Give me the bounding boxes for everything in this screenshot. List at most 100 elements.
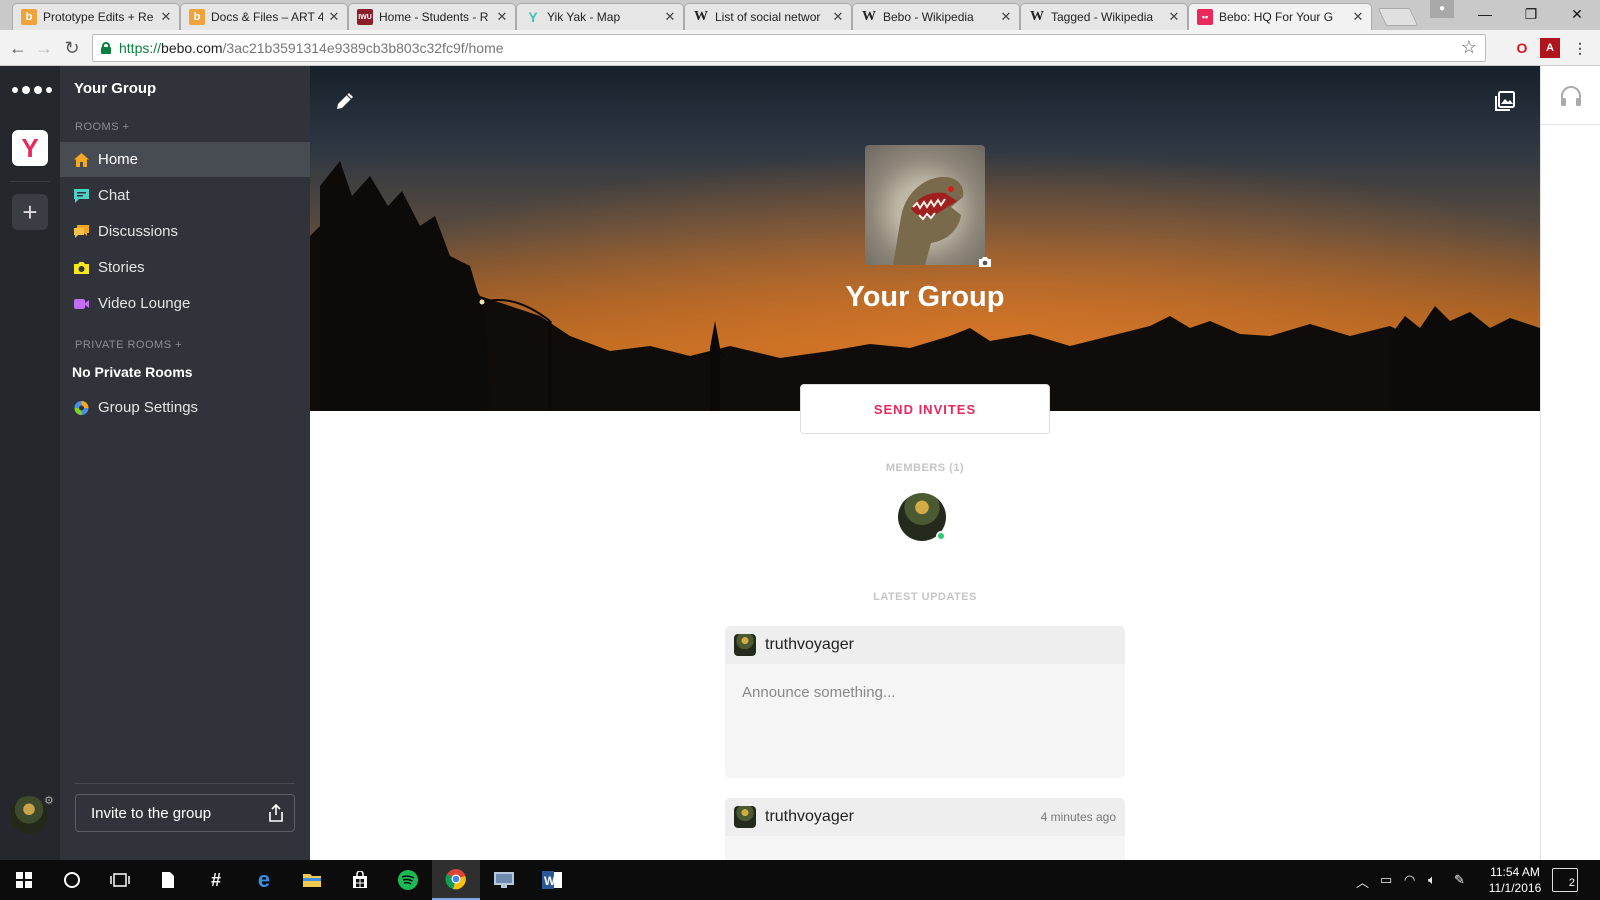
wikipedia-favicon-icon: W	[694, 9, 708, 24]
sidebar-item-group-settings[interactable]: Group Settings	[60, 390, 310, 425]
add-group-button[interactable]: +	[12, 194, 48, 230]
share-icon	[269, 804, 283, 822]
group-name[interactable]: Your Group	[74, 80, 156, 97]
url-scheme: https://	[119, 40, 162, 56]
online-status-indicator	[936, 531, 946, 541]
browser-tab-active[interactable]: •• Bebo: HQ For Your G ✕	[1188, 3, 1372, 30]
remote-desktop-icon[interactable]	[480, 860, 528, 900]
user-avatar[interactable]	[734, 806, 756, 828]
no-private-rooms: No Private Rooms	[72, 364, 193, 380]
latest-updates-label: LATEST UPDATES	[873, 591, 977, 603]
profile-icon[interactable]: ●	[1430, 0, 1454, 18]
private-rooms-section-label[interactable]: PRIVATE ROOMS +	[75, 339, 182, 351]
tab-close-icon[interactable]: ✕	[1167, 9, 1181, 25]
volume-icon[interactable]: 🔈︎	[1428, 872, 1436, 888]
update-post: truthvoyager 4 minutes ago	[725, 798, 1125, 860]
edge-browser-icon[interactable]: e	[240, 860, 288, 900]
headphones-icon[interactable]	[1559, 84, 1583, 108]
show-hidden-icons-icon[interactable]: ︿	[1356, 872, 1369, 891]
spotify-icon[interactable]	[384, 860, 432, 900]
browser-tab[interactable]: b Prototype Edits + Re ✕	[12, 3, 180, 30]
tab-title: Home - Students - R	[379, 10, 489, 24]
sidebar-item-chat[interactable]: Chat	[60, 178, 310, 213]
composer-username: truthvoyager	[765, 636, 854, 653]
group-tile[interactable]: Y	[12, 130, 48, 166]
announce-input[interactable]: Announce something...	[725, 664, 1125, 721]
wikipedia-favicon-icon: W	[862, 9, 876, 24]
pen-icon[interactable]: ✎	[1454, 872, 1465, 888]
chrome-icon[interactable]	[432, 860, 480, 900]
forward-icon[interactable]: →	[32, 36, 56, 60]
iwu-favicon-icon: IWU	[357, 9, 373, 25]
change-cover-photo-icon[interactable]	[1494, 90, 1516, 112]
back-icon[interactable]: ←	[6, 36, 30, 60]
tab-close-icon[interactable]: ✕	[831, 9, 845, 25]
send-invites-button[interactable]: SEND INVITES	[800, 384, 1050, 434]
tab-title: Bebo: HQ For Your G	[1219, 10, 1334, 24]
opera-extension-icon[interactable]: O	[1512, 38, 1532, 58]
browser-tab[interactable]: IWU Home - Students - R ✕	[348, 3, 516, 30]
group-home: Your Group SEND INVITES MEMBERS (1) LATE…	[310, 66, 1540, 860]
tab-close-icon[interactable]: ✕	[159, 9, 173, 25]
sidebar-item-video-lounge[interactable]: Video Lounge	[60, 286, 310, 321]
current-user-avatar[interactable]	[10, 796, 48, 834]
group-banner: Your Group	[310, 66, 1540, 411]
tab-close-icon[interactable]: ✕	[327, 9, 341, 25]
chat-icon	[72, 188, 90, 204]
bebo-logo-icon[interactable]	[12, 86, 52, 94]
post-username[interactable]: truthvoyager	[765, 808, 1041, 826]
restore-icon[interactable]: ❐	[1508, 0, 1554, 28]
tab-close-icon[interactable]: ✕	[999, 9, 1013, 25]
word-icon[interactable]: W	[528, 860, 576, 900]
slack-icon[interactable]: #	[192, 860, 240, 900]
browser-tab[interactable]: Y Yik Yak - Map ✕	[516, 3, 684, 30]
basecamp-favicon-icon: b	[21, 9, 37, 25]
tab-close-icon[interactable]: ✕	[495, 9, 509, 25]
wifi-icon[interactable]: ◠	[1404, 872, 1415, 888]
sidebar-divider	[75, 783, 295, 784]
right-rail-divider	[1541, 124, 1600, 125]
clock-date: 11/1/2016	[1488, 881, 1542, 895]
sidebar-item-label: Video Lounge	[98, 295, 191, 312]
store-icon[interactable]	[336, 860, 384, 900]
action-center-icon[interactable]: 2	[1552, 868, 1578, 892]
browser-tab[interactable]: b Docs & Files – ART 4 ✕	[180, 3, 348, 30]
sidebar-item-home[interactable]: Home	[60, 142, 310, 177]
search-cortana-icon[interactable]	[48, 860, 96, 900]
bookmark-star-icon[interactable]: ☆	[1461, 37, 1477, 58]
new-tab-button[interactable]	[1377, 8, 1419, 26]
members-label: MEMBERS (1)	[885, 462, 965, 474]
change-group-photo-icon[interactable]	[978, 256, 992, 268]
address-bar[interactable]: https:// bebo.com /3ac21b3591314e9389cb3…	[92, 34, 1486, 62]
windows-taskbar: # e W ︿ ▭ ◠ 🔈︎ ✎ 11:54 AM 11/1/2016 2	[0, 860, 1600, 900]
group-photo[interactable]	[865, 145, 985, 265]
tab-title: Docs & Files – ART 4	[211, 10, 323, 24]
file-icon[interactable]	[144, 860, 192, 900]
browser-tab[interactable]: W Tagged - Wikipedia ✕	[1020, 3, 1188, 30]
tab-close-icon[interactable]: ✕	[1351, 9, 1365, 25]
user-settings-gear-icon[interactable]: ⚙	[44, 794, 54, 807]
browser-tab[interactable]: W Bebo - Wikipedia ✕	[852, 3, 1020, 30]
chrome-menu-icon[interactable]: ⋮	[1570, 38, 1590, 58]
invite-to-group-button[interactable]: Invite to the group	[75, 794, 295, 832]
announcement-composer[interactable]: truthvoyager Announce something...	[725, 626, 1125, 778]
task-view-icon[interactable]	[96, 860, 144, 900]
system-clock[interactable]: 11:54 AM 11/1/2016	[1480, 864, 1550, 896]
edit-banner-icon[interactable]	[334, 90, 356, 112]
sidebar-item-discussions[interactable]: Discussions	[60, 214, 310, 249]
sidebar-item-stories[interactable]: Stories	[60, 250, 310, 285]
browser-tab[interactable]: W List of social networ ✕	[684, 3, 852, 30]
sidebar-item-label: Home	[98, 151, 139, 168]
windows-start-icon[interactable]	[0, 860, 48, 900]
close-window-icon[interactable]: ✕	[1554, 0, 1600, 28]
group-rail: Y +	[0, 66, 60, 860]
pdf-extension-icon[interactable]: A	[1540, 38, 1560, 58]
tab-close-icon[interactable]: ✕	[663, 9, 677, 25]
battery-icon[interactable]: ▭	[1380, 872, 1392, 888]
file-explorer-icon[interactable]	[288, 860, 336, 900]
rooms-section-label[interactable]: ROOMS +	[75, 121, 130, 133]
minimize-icon[interactable]: —	[1462, 0, 1508, 28]
yikyak-favicon-icon: Y	[528, 9, 538, 25]
tab-title: Tagged - Wikipedia	[1051, 10, 1154, 24]
reload-icon[interactable]: ↻	[60, 36, 84, 60]
